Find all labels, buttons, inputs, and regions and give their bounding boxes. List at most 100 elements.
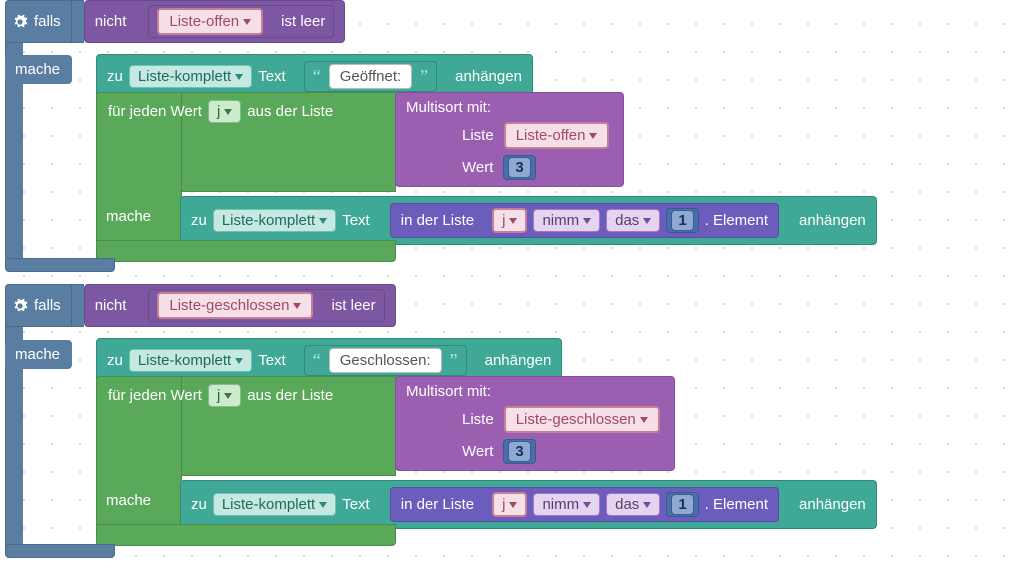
var-liste-komplett-dd-2a[interactable]: Liste-komplett	[129, 349, 252, 372]
open-quote-icon: “	[311, 350, 323, 371]
number-input-1a[interactable]: 1	[671, 210, 693, 231]
text-label: Text	[342, 496, 370, 513]
mache-text: mache	[15, 61, 60, 78]
das-dd-2[interactable]: das	[606, 493, 660, 516]
mache-text: mache	[15, 346, 60, 363]
nicht-label: nicht	[95, 297, 127, 314]
anhaengen-label: anhängen	[455, 68, 522, 85]
falls-label: falls	[34, 13, 61, 30]
number-input-1b[interactable]: 1	[671, 494, 693, 515]
chevron-down-icon	[643, 218, 651, 224]
nicht-label: nicht	[95, 13, 127, 30]
opt-label: das	[615, 212, 639, 229]
foreach-1-bottom	[96, 240, 396, 262]
inderliste-label: in der Liste	[401, 212, 474, 229]
chevron-down-icon	[583, 218, 591, 224]
var-label: j	[217, 387, 220, 404]
loopvar-j-ref-2[interactable]: j	[492, 492, 527, 517]
var-label: Liste-geschlossen	[516, 411, 636, 428]
isempty-block-2[interactable]: Liste-geschlossen ist leer	[148, 289, 384, 322]
multisort-block-1[interactable]: Multisort mit: Liste Liste-offen Wert 3	[395, 92, 624, 187]
foreach-header-2[interactable]: für jeden Wert j aus der Liste	[96, 376, 345, 415]
append-element-2[interactable]: zu Liste-komplett Text in der Liste j ni…	[180, 480, 877, 529]
isempty-block-1[interactable]: Liste-offen ist leer	[148, 5, 334, 38]
wert-label: Wert	[462, 443, 493, 460]
chevron-down-icon	[243, 19, 251, 25]
loopvar-j-ref-1[interactable]: j	[492, 208, 527, 233]
zu-label: zu	[191, 496, 207, 513]
loopvar-j-dd-1[interactable]: j	[208, 100, 241, 123]
string-literal-1[interactable]: “ Geöffnet: ”	[304, 61, 437, 92]
number-input-3b[interactable]: 3	[508, 441, 530, 462]
multisort-list-dd-1[interactable]: Liste-offen	[504, 122, 610, 149]
number-3-block-1[interactable]: 3	[503, 155, 535, 180]
var-label: j	[502, 212, 505, 229]
fuerjeden-label: für jeden Wert	[108, 387, 202, 404]
chevron-down-icon	[643, 502, 651, 508]
text-input-geschlossen[interactable]: Geschlossen:	[329, 348, 442, 373]
var-liste-offen-dd-1[interactable]: Liste-offen	[157, 8, 263, 35]
append-element-1[interactable]: zu Liste-komplett Text in der Liste j ni…	[180, 196, 877, 245]
number-input-3a[interactable]: 3	[508, 157, 530, 178]
if-2-bottom	[5, 544, 115, 558]
chevron-down-icon	[640, 417, 648, 423]
multisort-block-2[interactable]: Multisort mit: Liste Liste-geschlossen W…	[395, 376, 675, 471]
istleer-label: ist leer	[331, 297, 375, 314]
chevron-down-icon	[235, 358, 243, 364]
fuerjeden-label: für jeden Wert	[108, 103, 202, 120]
anhaengen-label: anhängen	[799, 496, 866, 513]
foreach-header-1[interactable]: für jeden Wert j aus der Liste	[96, 92, 345, 131]
zu-label: zu	[107, 68, 123, 85]
foreach-2-bottom	[96, 524, 396, 546]
string-literal-2[interactable]: “ Geschlossen: ”	[304, 345, 467, 376]
var-label: j	[217, 103, 220, 120]
chevron-down-icon	[583, 502, 591, 508]
element-label: . Element	[705, 496, 768, 513]
number-1-block-2[interactable]: 1	[666, 492, 698, 517]
element-label: . Element	[705, 212, 768, 229]
multisort-label: Multisort mit:	[406, 383, 491, 400]
loopvar-j-dd-2[interactable]: j	[208, 384, 241, 407]
number-3-block-2[interactable]: 3	[503, 439, 535, 464]
gear-icon	[12, 14, 28, 30]
not-block-2[interactable]: nicht Liste-geschlossen ist leer	[84, 284, 396, 327]
das-dd-1[interactable]: das	[606, 209, 660, 232]
chevron-down-icon	[589, 133, 597, 139]
istleer-label: ist leer	[281, 13, 325, 30]
mache-text: mache	[106, 492, 151, 509]
opt-label: nimm	[542, 212, 579, 229]
open-quote-icon: “	[311, 66, 323, 87]
close-quote-icon: ”	[418, 66, 430, 87]
var-label: Liste-offen	[169, 13, 239, 30]
not-block-1[interactable]: nicht Liste-offen ist leer	[84, 0, 346, 43]
nimm-dd-2[interactable]: nimm	[533, 493, 600, 516]
if-block-1-header[interactable]: falls nicht Liste-offen ist leer	[5, 0, 345, 43]
inderliste-label: in der Liste	[401, 496, 474, 513]
zu-label: zu	[191, 212, 207, 229]
ausderliste-label: aus der Liste	[247, 103, 333, 120]
chevron-down-icon	[235, 74, 243, 80]
var-liste-komplett-dd-2b[interactable]: Liste-komplett	[213, 493, 336, 516]
liste-label: Liste	[462, 411, 494, 428]
if-block-2-header[interactable]: falls nicht Liste-geschlossen ist leer	[5, 284, 396, 327]
text-input-geoeffnet[interactable]: Geöffnet:	[329, 64, 412, 89]
var-liste-geschlossen-dd-2[interactable]: Liste-geschlossen	[157, 292, 313, 319]
chevron-down-icon	[509, 218, 517, 224]
list-get-block-1[interactable]: in der Liste j nimm das 1 . Element	[390, 203, 779, 238]
multisort-label: Multisort mit:	[406, 99, 491, 116]
chevron-down-icon	[224, 393, 232, 399]
var-liste-komplett-dd-1b[interactable]: Liste-komplett	[213, 209, 336, 232]
var-label: Liste-komplett	[138, 68, 231, 85]
number-1-block-1[interactable]: 1	[666, 208, 698, 233]
chevron-down-icon	[319, 218, 327, 224]
close-quote-icon: ”	[448, 350, 460, 371]
var-label: Liste-offen	[516, 127, 586, 144]
mache-label-1: mache	[5, 55, 72, 84]
zu-label: zu	[107, 352, 123, 369]
list-get-block-2[interactable]: in der Liste j nimm das 1 . Element	[390, 487, 779, 522]
text-label: Text	[342, 212, 370, 229]
nimm-dd-1[interactable]: nimm	[533, 209, 600, 232]
multisort-list-dd-2[interactable]: Liste-geschlossen	[504, 406, 660, 433]
mache-inner-2: mache	[96, 486, 163, 515]
var-liste-komplett-dd-1a[interactable]: Liste-komplett	[129, 65, 252, 88]
